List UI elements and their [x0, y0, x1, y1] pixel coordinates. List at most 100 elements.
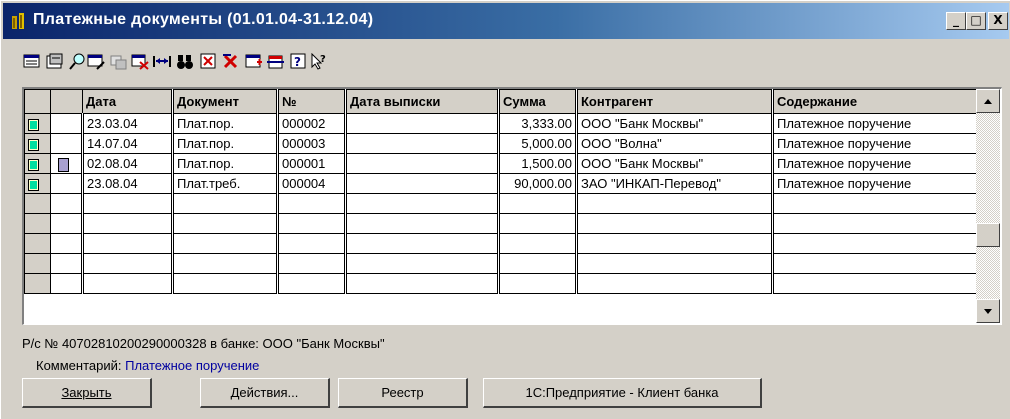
scroll-thumb[interactable]	[976, 223, 1000, 247]
cell-date[interactable]: 02.08.04	[82, 153, 174, 174]
cell-document[interactable]: Плат.треб.	[172, 173, 279, 194]
empty-cell	[772, 253, 980, 274]
context-help-icon[interactable]: ?	[310, 53, 328, 70]
cell-content[interactable]: Платежное поручение	[772, 113, 980, 134]
journal-icon[interactable]	[245, 53, 263, 70]
empty-cell	[50, 213, 84, 234]
cell-number[interactable]: 000001	[277, 153, 347, 174]
empty-cell	[277, 233, 347, 254]
close-button[interactable]: Закрыть	[22, 378, 152, 408]
cell-issue-date[interactable]	[345, 153, 500, 174]
title-bar[interactable]: Платежные документы (01.01.04-31.12.04) …	[3, 3, 1009, 39]
cell-counterparty[interactable]: ЗАО "ИНКАП-Перевод"	[576, 173, 774, 194]
cell-date[interactable]: 23.03.04	[82, 113, 174, 134]
empty-cell	[172, 213, 279, 234]
cell-document[interactable]: Плат.пор.	[172, 153, 279, 174]
scroll-down-button[interactable]	[976, 299, 1000, 323]
cell-counterparty[interactable]: ООО "Банк Москвы"	[576, 153, 774, 174]
cell-sum[interactable]: 1,500.00	[498, 153, 578, 174]
toolbar: ? ?	[3, 41, 1007, 81]
delete-icon[interactable]	[131, 53, 149, 70]
cell-sum[interactable]: 3,333.00	[498, 113, 578, 134]
help-icon[interactable]: ?	[290, 53, 308, 70]
header-counterparty[interactable]: Контрагент	[576, 89, 774, 114]
cell-document[interactable]: Плат.пор.	[172, 113, 279, 134]
cell-date[interactable]: 23.08.04	[82, 173, 174, 194]
cell-date[interactable]: 14.07.04	[82, 133, 174, 154]
cell-document[interactable]: Плат.пор.	[172, 133, 279, 154]
registry-button[interactable]: Реестр	[338, 378, 468, 408]
empty-cell	[82, 193, 174, 214]
empty-row	[24, 273, 980, 294]
cell-counterparty[interactable]: ООО "Волна"	[576, 133, 774, 154]
empty-cell	[277, 273, 347, 294]
header-date[interactable]: Дата	[82, 89, 174, 114]
empty-cell	[24, 253, 51, 274]
header-number[interactable]: №	[277, 89, 347, 114]
close-window-button[interactable]: X	[988, 12, 1008, 30]
empty-cell	[24, 273, 51, 294]
empty-cell	[172, 193, 279, 214]
header-document[interactable]: Документ	[172, 89, 279, 114]
header-content[interactable]: Содержание	[772, 89, 980, 114]
minimize-button[interactable]: _	[946, 12, 966, 30]
cell-content[interactable]: Платежное поручение	[772, 153, 980, 174]
cell-issue-date[interactable]	[345, 133, 500, 154]
cell-content[interactable]: Платежное поручение	[772, 133, 980, 154]
empty-cell	[498, 273, 578, 294]
column-width-icon[interactable]	[153, 53, 171, 70]
empty-cell	[24, 213, 51, 234]
row-marker-cell[interactable]	[50, 113, 84, 134]
header-issue-date[interactable]: Дата выписки	[345, 89, 500, 114]
document-icon	[28, 179, 39, 191]
svg-text:?: ?	[294, 55, 301, 69]
row-marker-cell[interactable]	[50, 153, 84, 174]
table-row[interactable]: 23.08.04 Плат.треб. 000004 90,000.00 ЗАО "ИН…	[24, 173, 980, 194]
edit-icon[interactable]	[87, 53, 105, 70]
client-bank-button[interactable]: 1С:Предприятие - Клиент банка	[483, 378, 762, 408]
cell-counterparty[interactable]: ООО "Банк Москвы"	[576, 113, 774, 134]
cell-number[interactable]: 000004	[277, 173, 347, 194]
new-doc-icon[interactable]	[23, 53, 41, 70]
empty-cell	[498, 233, 578, 254]
cell-number[interactable]: 000003	[277, 133, 347, 154]
cell-issue-date[interactable]	[345, 113, 500, 134]
period-icon[interactable]	[267, 53, 285, 70]
header-sum[interactable]: Сумма	[498, 89, 578, 114]
row-icon-cell	[24, 173, 51, 194]
find-icon[interactable]	[69, 53, 87, 70]
empty-cell	[50, 193, 84, 214]
empty-row	[24, 253, 980, 274]
binoculars-icon[interactable]	[176, 53, 194, 70]
empty-cell	[24, 193, 51, 214]
row-marker-cell[interactable]	[50, 173, 84, 194]
cell-sum[interactable]: 5,000.00	[498, 133, 578, 154]
cut-icon[interactable]	[109, 53, 127, 70]
empty-row	[24, 233, 980, 254]
table-row[interactable]: 02.08.04 Плат.пор. 000001 1,500.00 ООО "Банк…	[24, 153, 980, 174]
header-marker-col	[50, 89, 83, 114]
vertical-scrollbar[interactable]	[976, 89, 1000, 323]
cell-number[interactable]: 000002	[277, 113, 347, 134]
actions-button[interactable]: Действия...	[200, 378, 330, 408]
row-marker-cell[interactable]	[50, 133, 84, 154]
clear-filter-icon[interactable]	[222, 53, 240, 70]
documents-grid[interactable]: Дата Документ № Дата выписки Сумма Контр…	[22, 87, 1002, 325]
filter-icon[interactable]	[200, 53, 218, 70]
document-icon	[28, 159, 39, 171]
empty-cell	[50, 273, 84, 294]
maximize-button[interactable]: □	[966, 12, 986, 30]
cell-sum[interactable]: 90,000.00	[498, 173, 578, 194]
scroll-up-button[interactable]	[976, 89, 1000, 113]
empty-cell	[172, 253, 279, 274]
payment-documents-window: Платежные документы (01.01.04-31.12.04) …	[0, 0, 1010, 419]
empty-cell	[277, 213, 347, 234]
close-button-label: Закрыть	[61, 385, 112, 400]
empty-cell	[82, 233, 174, 254]
table-row[interactable]: 23.03.04 Плат.пор. 000002 3,333.00 ООО "Банк…	[24, 113, 980, 134]
table-row[interactable]: 14.07.04 Плат.пор. 000003 5,000.00 ООО "Волн…	[24, 133, 980, 154]
copy-doc-icon[interactable]	[46, 53, 64, 70]
cell-content[interactable]: Платежное поручение	[772, 173, 980, 194]
cell-issue-date[interactable]	[345, 173, 500, 194]
comment-label: Комментарий:	[36, 358, 122, 373]
